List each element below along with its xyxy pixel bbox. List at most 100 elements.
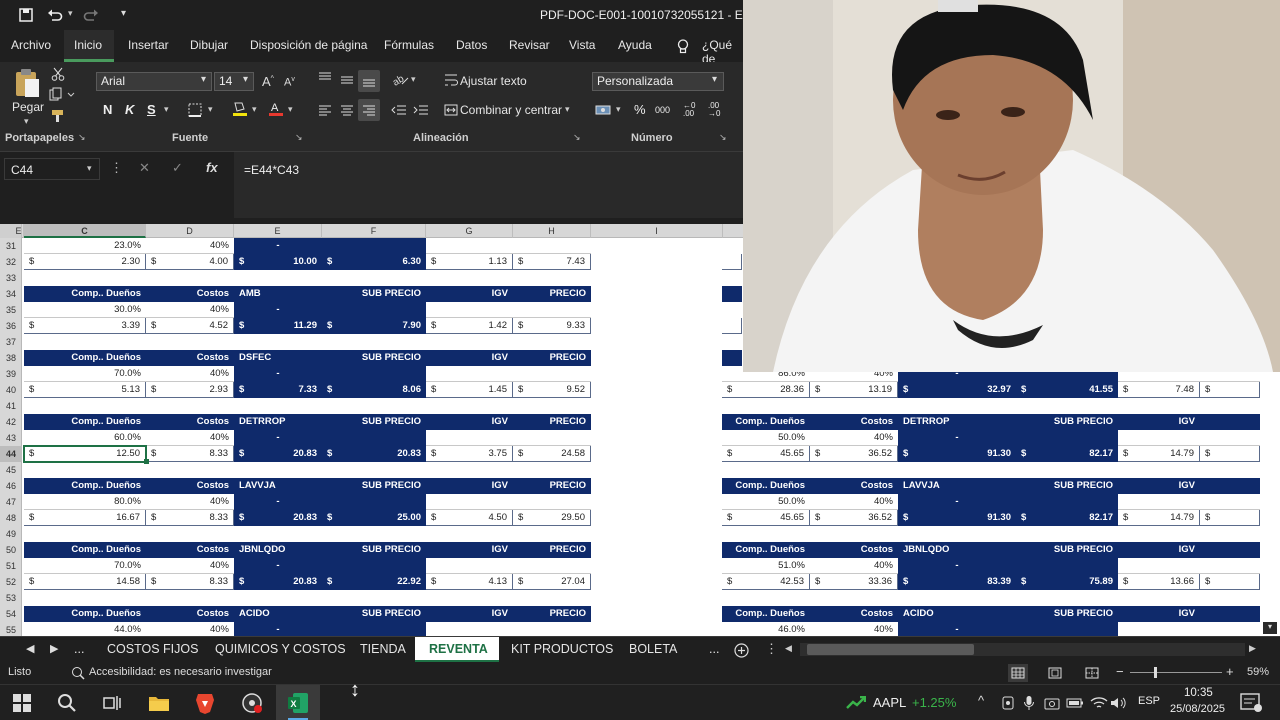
tab-disposicion[interactable]: Disposición de página xyxy=(250,38,367,52)
header-blank[interactable] xyxy=(1200,606,1260,622)
italic-button[interactable]: K xyxy=(125,102,134,117)
cell-blank[interactable] xyxy=(513,558,591,574)
sheet-tab-kit-productos[interactable]: KIT PRODUCTOS xyxy=(511,642,613,656)
increase-indent-icon[interactable] xyxy=(412,102,430,118)
name-box[interactable]: C44 ▾ xyxy=(4,158,100,180)
cell-costos-percent[interactable]: 40% xyxy=(146,238,234,254)
accounting-format-icon[interactable] xyxy=(594,102,612,118)
number-format-combobox[interactable]: Personalizada xyxy=(592,72,724,91)
format-painter-icon[interactable] xyxy=(50,108,66,124)
cell-blank[interactable] xyxy=(322,622,426,636)
zoom-slider-thumb[interactable] xyxy=(1154,667,1157,678)
cell-comp-percent[interactable]: 23.0% xyxy=(24,238,146,254)
alignment-launcher-icon[interactable]: ↘ xyxy=(573,132,581,143)
shrink-font-icon[interactable]: Av xyxy=(284,76,295,89)
cell-costos-value[interactable]: $4.52 xyxy=(146,318,234,334)
header-igv[interactable]: IGV xyxy=(426,414,513,430)
cell-blank[interactable] xyxy=(426,238,513,254)
header-product-name[interactable]: LAVVJA xyxy=(234,478,322,494)
cell-sub-precio-value[interactable]: $22.92 xyxy=(322,574,426,590)
cell-comp-value[interactable]: $5.13 xyxy=(24,382,146,398)
cell-comp-percent[interactable]: 50.0% xyxy=(722,494,810,510)
cell-precio-value[interactable]: $9.52 xyxy=(513,382,591,398)
cell-blank[interactable] xyxy=(426,558,513,574)
header-costos[interactable]: Costos xyxy=(146,350,234,366)
cell-costos-value[interactable]: $8.33 xyxy=(146,574,234,590)
cell-blank[interactable] xyxy=(1016,558,1118,574)
column-header-e[interactable]: E xyxy=(234,224,322,238)
header-comp-duenos[interactable]: Comp.. Dueños xyxy=(722,478,810,494)
cell-blank[interactable] xyxy=(322,558,426,574)
number-launcher-icon[interactable]: ↘ xyxy=(719,132,727,143)
underline-button[interactable]: S xyxy=(147,102,156,117)
percent-style-icon[interactable]: % xyxy=(634,102,646,117)
header-comp-duenos[interactable]: Comp.. Dueños xyxy=(24,606,146,622)
cell-sub-precio-value[interactable]: $41.55 xyxy=(1016,382,1118,398)
header-sub-precio[interactable]: SUB PRECIO xyxy=(322,478,426,494)
header-blank[interactable] xyxy=(1200,478,1260,494)
show-hidden-icons-icon[interactable]: ^ xyxy=(978,693,984,708)
header-product-name[interactable]: ACIDO xyxy=(234,606,322,622)
cell-dash[interactable]: - xyxy=(898,494,1016,510)
cell-costos-percent[interactable]: 40% xyxy=(146,302,234,318)
active-cell-selection[interactable] xyxy=(23,445,147,463)
borders-icon[interactable] xyxy=(186,102,204,118)
align-center-icon[interactable] xyxy=(338,102,356,118)
more-options-icon[interactable]: ⋮ xyxy=(110,160,123,176)
header-sub-precio[interactable]: SUB PRECIO xyxy=(322,286,426,302)
cell-igv-value[interactable]: $13.66 xyxy=(1118,574,1200,590)
header-igv[interactable]: IGV xyxy=(426,542,513,558)
font-color-dropdown-icon[interactable]: ▾ xyxy=(288,104,293,115)
cell-blank[interactable] xyxy=(1200,622,1260,636)
column-header-g[interactable]: G xyxy=(426,224,513,238)
header-product-name[interactable]: DSFEC xyxy=(234,350,322,366)
header-product-name[interactable]: AMB xyxy=(234,286,322,302)
cell-precio-value[interactable]: $9.33 xyxy=(513,318,591,334)
header-comp-duenos[interactable]: Comp.. Dueños xyxy=(24,542,146,558)
accounting-dropdown-icon[interactable]: ▾ xyxy=(616,104,621,115)
cell-blank[interactable] xyxy=(1118,494,1200,510)
cell-blank[interactable] xyxy=(322,238,426,254)
cell-total-value[interactable]: $20.83 xyxy=(234,446,322,462)
sheet-tab-reventa-active[interactable]: REVENTA xyxy=(415,637,499,662)
header-igv[interactable]: IGV xyxy=(1118,478,1200,494)
cell-dash[interactable]: - xyxy=(234,238,322,254)
cell-costos-percent[interactable]: 40% xyxy=(146,622,234,636)
header-igv[interactable]: IGV xyxy=(1118,606,1200,622)
decrease-indent-icon[interactable] xyxy=(390,102,408,118)
clipboard-launcher-icon[interactable]: ↘ xyxy=(78,132,86,143)
cell-comp-percent[interactable]: 80.0% xyxy=(24,494,146,510)
header-comp-duenos[interactable]: Comp.. Dueños xyxy=(24,350,146,366)
scroll-down-icon[interactable]: ▾ xyxy=(1263,622,1277,634)
sheet-tab-boleta[interactable]: BOLETA xyxy=(629,642,677,656)
cell-costos-value[interactable]: $8.33 xyxy=(146,446,234,462)
cell-comp-percent[interactable]: 70.0% xyxy=(24,366,146,382)
cell-comp-value[interactable]: $45.65 xyxy=(722,446,810,462)
cell-comp-value[interactable]: $16.67 xyxy=(24,510,146,526)
cell-blank[interactable] xyxy=(513,366,591,382)
cell-total-value[interactable]: $20.83 xyxy=(234,510,322,526)
cell-costos-percent[interactable]: 40% xyxy=(146,558,234,574)
header-precio[interactable]: PRECIO xyxy=(513,350,591,366)
cell-costos-percent[interactable]: 40% xyxy=(810,622,898,636)
orientation-icon[interactable]: ab xyxy=(390,70,410,88)
cell-blank[interactable] xyxy=(1016,494,1118,510)
cell-blank[interactable] xyxy=(1200,558,1260,574)
cell-costos-value[interactable]: $36.52 xyxy=(810,446,898,462)
cell-sub-precio-value[interactable]: $25.00 xyxy=(322,510,426,526)
header-costos[interactable]: Costos xyxy=(146,478,234,494)
header-costos[interactable]: Costos xyxy=(810,606,898,622)
cell-sub-precio-value[interactable]: $75.89 xyxy=(1016,574,1118,590)
column-header-h[interactable]: H xyxy=(513,224,591,238)
scroll-tabs-right-icon[interactable]: ▶ xyxy=(50,642,58,655)
cell-sub-precio-value[interactable]: $82.17 xyxy=(1016,446,1118,462)
formula-input[interactable]: =E44*C43 xyxy=(234,152,743,218)
tab-vista[interactable]: Vista xyxy=(569,38,595,52)
zoom-slider[interactable] xyxy=(1130,667,1222,678)
cell-partial[interactable] xyxy=(722,318,742,334)
header-sub-precio[interactable]: SUB PRECIO xyxy=(1016,542,1118,558)
sheet-tab-quimicos-costos[interactable]: QUIMICOS Y COSTOS xyxy=(215,642,346,656)
header-costos[interactable]: Costos xyxy=(146,286,234,302)
wrap-text-icon[interactable] xyxy=(444,72,458,88)
cell-blank[interactable] xyxy=(513,302,591,318)
